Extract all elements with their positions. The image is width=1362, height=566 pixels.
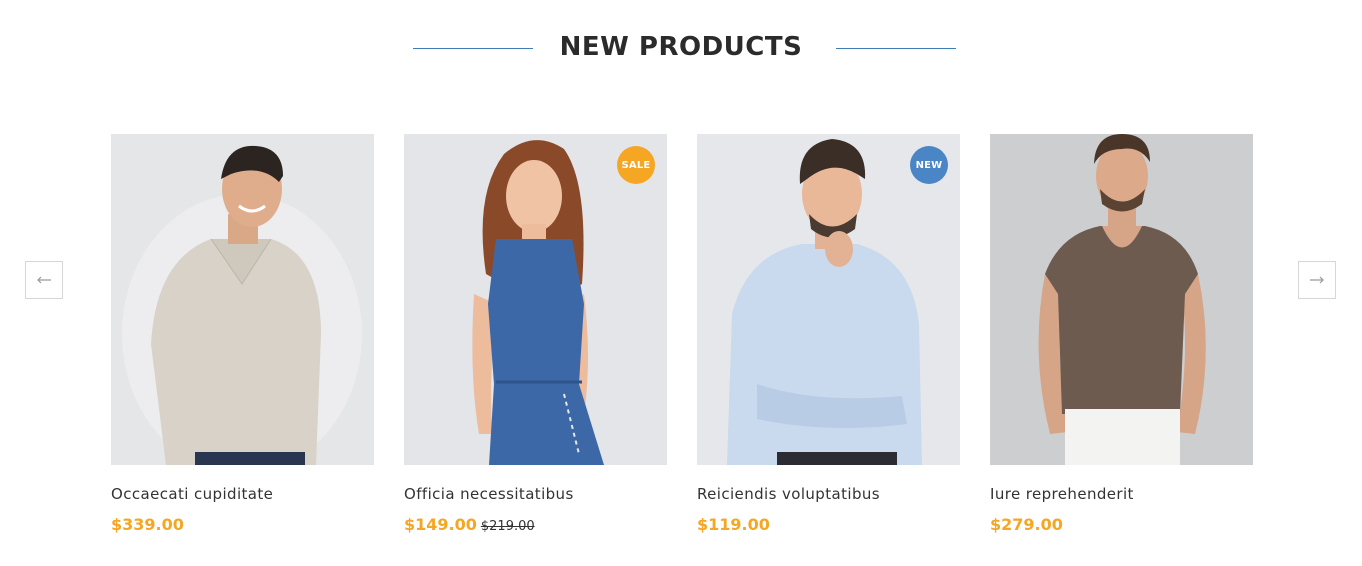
new-badge: NEW bbox=[910, 146, 948, 184]
product-name[interactable]: Occaecati cupiditate bbox=[111, 485, 374, 503]
product-name[interactable]: Reiciendis voluptatibus bbox=[697, 485, 960, 503]
product-price: $279.00 bbox=[990, 515, 1063, 534]
price-row: $339.00 bbox=[111, 515, 374, 534]
product-image-man-brown-tshirt[interactable] bbox=[990, 134, 1253, 465]
product-card[interactable]: Occaecati cupiditate $339.00 bbox=[111, 134, 374, 534]
product-name[interactable]: Officia necessitatibus bbox=[404, 485, 667, 503]
product-card[interactable]: SALE Officia necessitatibus $149.00 $219… bbox=[404, 134, 667, 534]
arrow-right-icon bbox=[1309, 271, 1325, 289]
product-card[interactable]: NEW Reiciendis voluptatibus $119.00 bbox=[697, 134, 960, 534]
arrow-left-icon bbox=[36, 271, 52, 289]
title-divider-left bbox=[413, 48, 533, 49]
price-row: $279.00 bbox=[990, 515, 1253, 534]
product-card[interactable]: Iure reprehenderit $279.00 bbox=[990, 134, 1253, 534]
product-price: $339.00 bbox=[111, 515, 184, 534]
carousel-next-button[interactable] bbox=[1298, 261, 1336, 299]
section-title: NEW PRODUCTS bbox=[559, 32, 803, 62]
product-price: $149.00 bbox=[404, 515, 477, 534]
product-name[interactable]: Iure reprehenderit bbox=[990, 485, 1253, 503]
price-row: $149.00 $219.00 bbox=[404, 515, 667, 534]
product-price: $119.00 bbox=[697, 515, 770, 534]
price-row: $119.00 bbox=[697, 515, 960, 534]
section-header: NEW PRODUCTS bbox=[0, 30, 1362, 70]
title-divider-right bbox=[836, 48, 956, 49]
carousel-prev-button[interactable] bbox=[25, 261, 63, 299]
sale-badge: SALE bbox=[617, 146, 655, 184]
product-image-man-light-blue-shirt[interactable]: NEW bbox=[697, 134, 960, 465]
product-image-man-beige-shirt[interactable] bbox=[111, 134, 374, 465]
product-old-price: $219.00 bbox=[480, 519, 535, 534]
product-image-woman-denim-dress[interactable]: SALE bbox=[404, 134, 667, 465]
